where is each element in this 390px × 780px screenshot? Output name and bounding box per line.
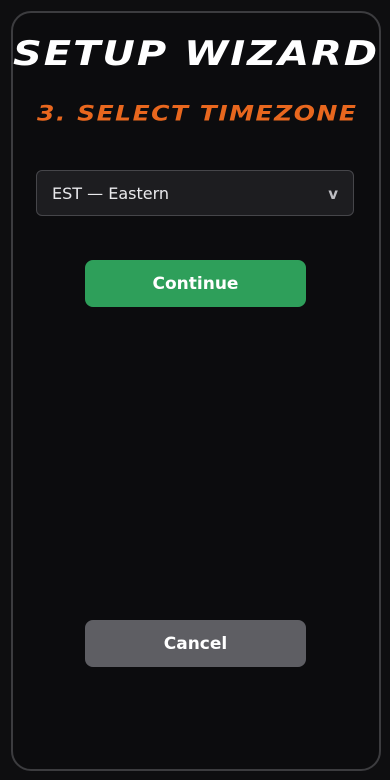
continue-button[interactable]: Continue — [85, 260, 306, 307]
step-title: 3. Select Timezone — [37, 101, 358, 126]
wizard-panel: Setup Wizard 3. Select Timezone EST — Ea… — [11, 11, 381, 771]
page-title: Setup Wizard — [13, 34, 380, 74]
chevron-down-icon: v — [328, 185, 338, 203]
timezone-select[interactable]: EST — Eastern v — [36, 170, 354, 216]
cancel-button[interactable]: Cancel — [85, 620, 306, 667]
timezone-selected-value: EST — Eastern — [52, 184, 170, 203]
